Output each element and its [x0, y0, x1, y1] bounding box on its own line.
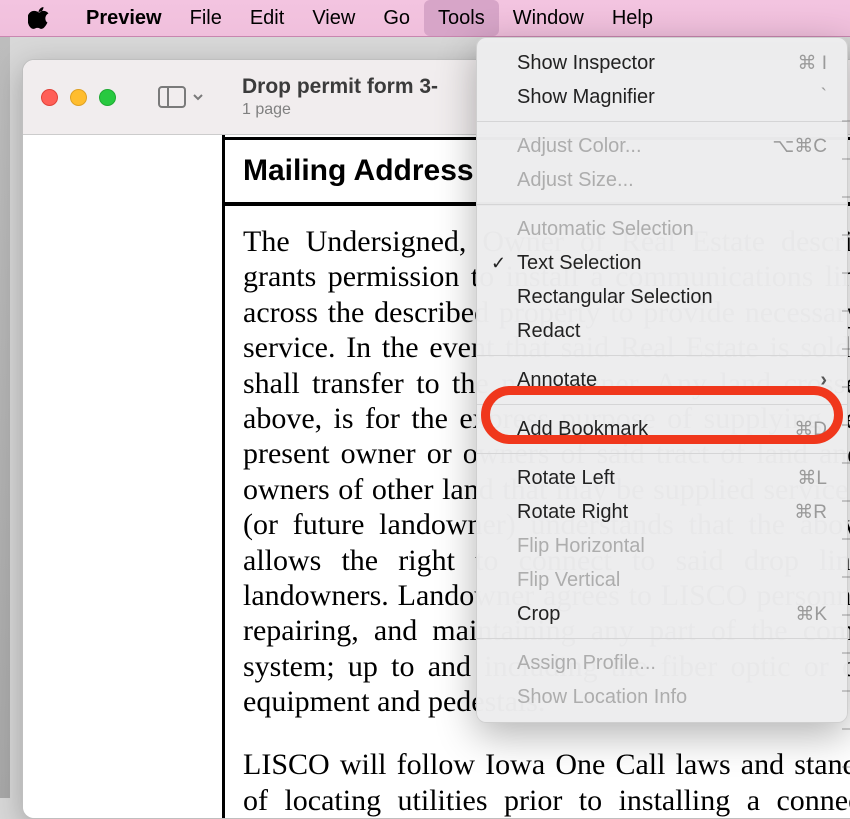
document-page-count: 1 page [242, 101, 438, 119]
menu-file[interactable]: File [176, 0, 236, 36]
menuitem-show-magnifier[interactable]: Show Magnifier ` [477, 80, 847, 114]
menuitem-label: Show Magnifier [517, 86, 655, 109]
menuitem-shortcut: ` [821, 86, 827, 108]
menuitem-label: Rectangular Selection [517, 286, 713, 309]
menuitem-label: Rotate Left [517, 467, 615, 490]
menuitem-label: Add Bookmark [517, 418, 648, 441]
tools-dropdown: Show Inspector ⌘ I Show Magnifier ` Adju… [476, 37, 848, 723]
menu-help[interactable]: Help [598, 0, 667, 36]
menu-go[interactable]: Go [369, 0, 424, 36]
minimize-button[interactable] [70, 89, 87, 106]
menuitem-show-inspector[interactable]: Show Inspector ⌘ I [477, 46, 847, 80]
menu-separator [477, 638, 847, 639]
menuitem-shortcut: ⌥⌘C [772, 135, 827, 158]
menuitem-flip-vertical: Flip Vertical [477, 563, 847, 597]
menuitem-label: Crop [517, 603, 560, 626]
menuitem-show-location-info: Show Location Info [477, 680, 847, 714]
menuitem-shortcut: ⌘D [794, 418, 827, 441]
chevron-down-icon [192, 91, 204, 103]
menuitem-shortcut: ⌘K [795, 603, 827, 626]
close-button[interactable] [41, 89, 58, 106]
menuitem-shortcut: ⌘ I [797, 52, 827, 75]
menuitem-label: Text Selection [517, 252, 642, 275]
zoom-button[interactable] [99, 89, 116, 106]
menuitem-label: Flip Vertical [517, 569, 620, 592]
body-paragraph-2: LISCO will follow Iowa One Call laws and… [243, 747, 850, 818]
menuitem-crop[interactable]: Crop ⌘K [477, 597, 847, 631]
menu-separator [477, 355, 847, 356]
menu-separator [477, 121, 847, 122]
menuitem-redact[interactable]: Redact [477, 314, 847, 348]
menuitem-label: Flip Horizontal [517, 535, 645, 558]
menu-app-name[interactable]: Preview [72, 0, 176, 36]
menuitem-assign-profile: Assign Profile... [477, 646, 847, 680]
sidebar-icon [158, 86, 186, 108]
menu-view[interactable]: View [298, 0, 369, 36]
menuitem-label: Annotate [517, 369, 597, 392]
menu-separator [477, 404, 847, 405]
menuitem-label: Assign Profile... [517, 652, 656, 675]
menuitem-text-selection[interactable]: ✓ Text Selection [477, 246, 847, 280]
menuitem-shortcut: ⌘L [797, 467, 827, 490]
apple-logo-icon[interactable] [28, 7, 50, 29]
menuitem-label: Show Location Info [517, 686, 687, 709]
menuitem-automatic-selection: Automatic Selection [477, 212, 847, 246]
obscured-right-edge [842, 120, 850, 798]
menuitem-shortcut: ⌘R [794, 501, 827, 524]
menuitem-label: Redact [517, 320, 580, 343]
menuitem-rectangular-selection[interactable]: Rectangular Selection [477, 280, 847, 314]
check-icon: ✓ [491, 253, 506, 274]
menuitem-label: Automatic Selection [517, 218, 694, 241]
window-controls [41, 89, 116, 106]
menu-separator [477, 204, 847, 205]
menuitem-label: Adjust Color... [517, 135, 642, 158]
sidebar-toggle-button[interactable] [158, 86, 204, 108]
menuitem-label: Show Inspector [517, 52, 655, 75]
document-title: Drop permit form 3- [242, 75, 438, 99]
menuitem-rotate-left[interactable]: Rotate Left ⌘L [477, 461, 847, 495]
menu-window[interactable]: Window [499, 0, 598, 36]
menuitem-adjust-color: Adjust Color... ⌥⌘C [477, 129, 847, 163]
menuitem-label: Rotate Right [517, 501, 628, 524]
menuitem-flip-horizontal: Flip Horizontal [477, 529, 847, 563]
menuitem-rotate-right[interactable]: Rotate Right ⌘R [477, 495, 847, 529]
menuitem-annotate[interactable]: Annotate › [477, 363, 847, 397]
background-app-strip [0, 37, 10, 798]
menuitem-adjust-size: Adjust Size... [477, 163, 847, 197]
menu-tools[interactable]: Tools [424, 0, 499, 36]
menuitem-add-bookmark[interactable]: Add Bookmark ⌘D [477, 412, 847, 446]
menuitem-label: Adjust Size... [517, 169, 634, 192]
chevron-right-icon: › [820, 369, 827, 392]
menu-bar: Preview File Edit View Go Tools Window H… [0, 0, 850, 37]
menu-separator [477, 453, 847, 454]
menu-edit[interactable]: Edit [236, 0, 298, 36]
